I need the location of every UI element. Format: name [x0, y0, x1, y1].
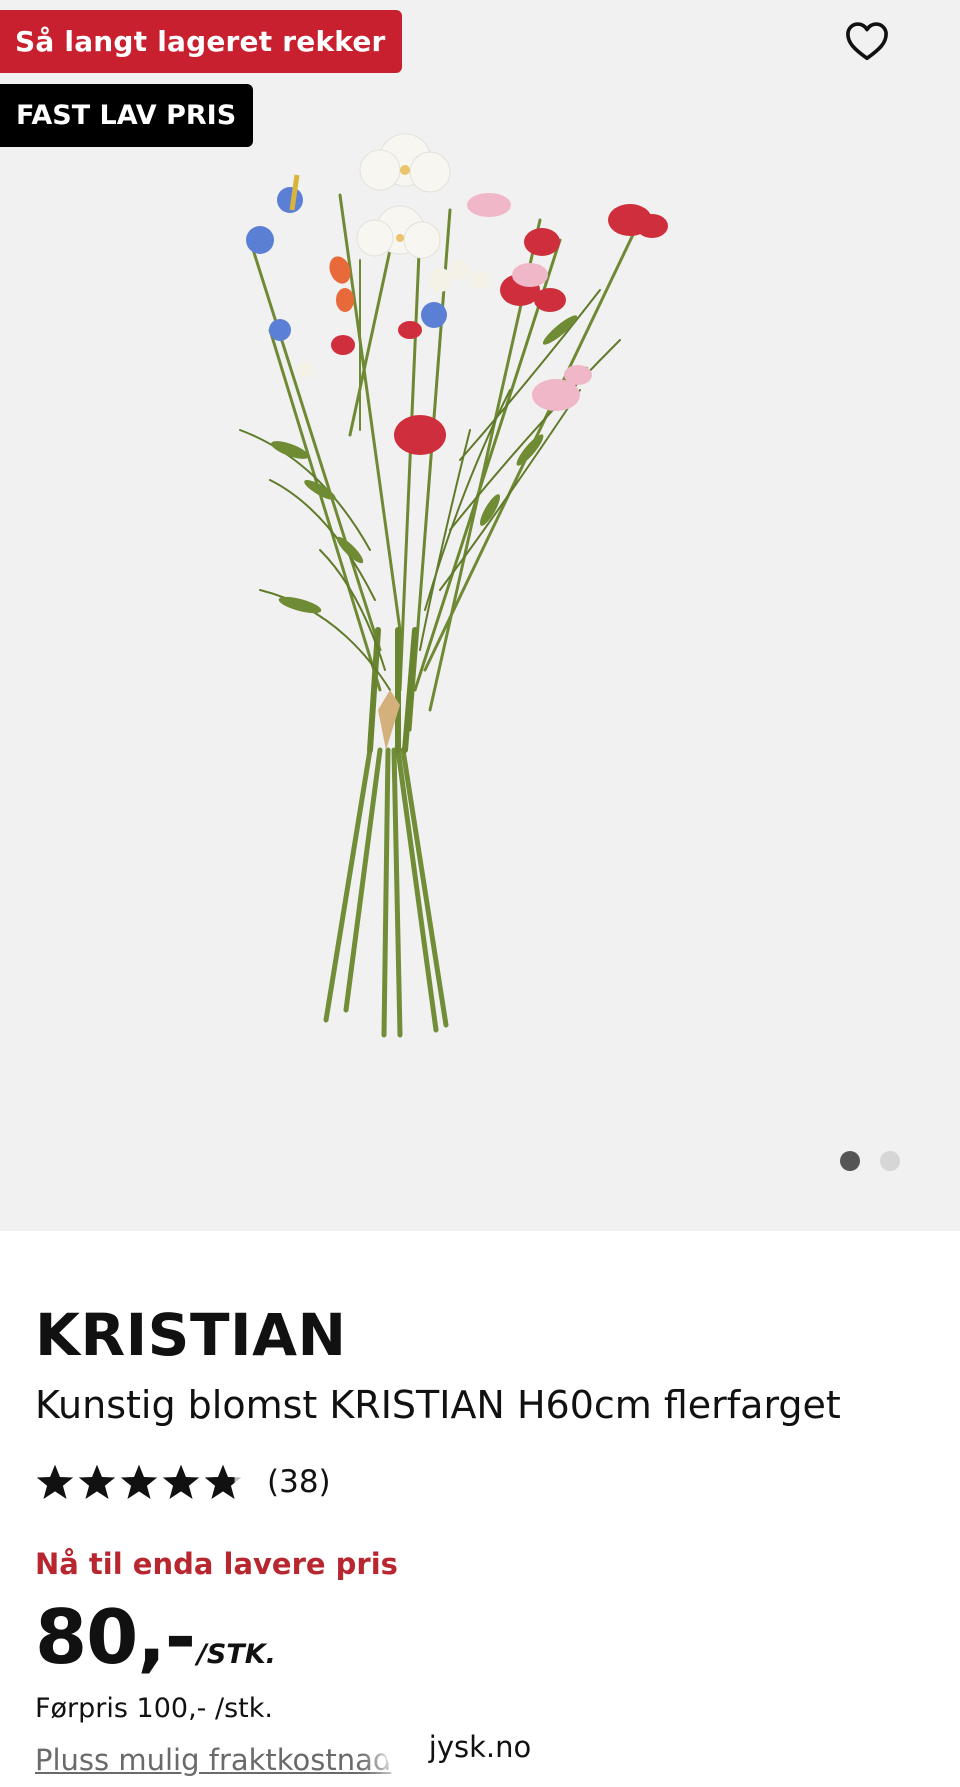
price-unit: /STK. — [197, 1639, 276, 1670]
review-count: (38) — [267, 1464, 331, 1500]
star-icon — [78, 1464, 116, 1500]
star-icon — [204, 1464, 242, 1500]
stock-badge: Så langt lageret rekker — [0, 10, 402, 73]
shipping-link[interactable]: Pluss mulig fraktkostnad — [35, 1743, 391, 1777]
product-rating[interactable]: (38) — [35, 1463, 331, 1501]
star-icon — [162, 1464, 200, 1500]
favorite-button[interactable] — [840, 14, 894, 68]
carousel-dot[interactable] — [840, 1151, 860, 1171]
star-icon — [120, 1464, 158, 1500]
carousel-dot[interactable] — [880, 1151, 900, 1171]
product-description: Kunstig blomst KRISTIAN H60cm flerfarget — [35, 1383, 841, 1427]
star-icon — [36, 1464, 74, 1500]
product-gallery[interactable]: Så langt lageret rekker FAST LAV PRIS — [0, 0, 960, 1231]
before-price: Førpris 100,- /stk. — [35, 1693, 273, 1724]
rating-stars — [35, 1463, 243, 1501]
carousel-dots — [840, 1151, 900, 1171]
price: 80,- — [35, 1593, 196, 1681]
promo-text: Nå til enda lavere pris — [35, 1547, 398, 1581]
heart-outline-icon — [846, 22, 888, 61]
product-brand: KRISTIAN — [35, 1301, 347, 1369]
browser-url-pill[interactable]: jysk.no — [385, 1708, 575, 1786]
product-image[interactable] — [200, 130, 760, 1050]
